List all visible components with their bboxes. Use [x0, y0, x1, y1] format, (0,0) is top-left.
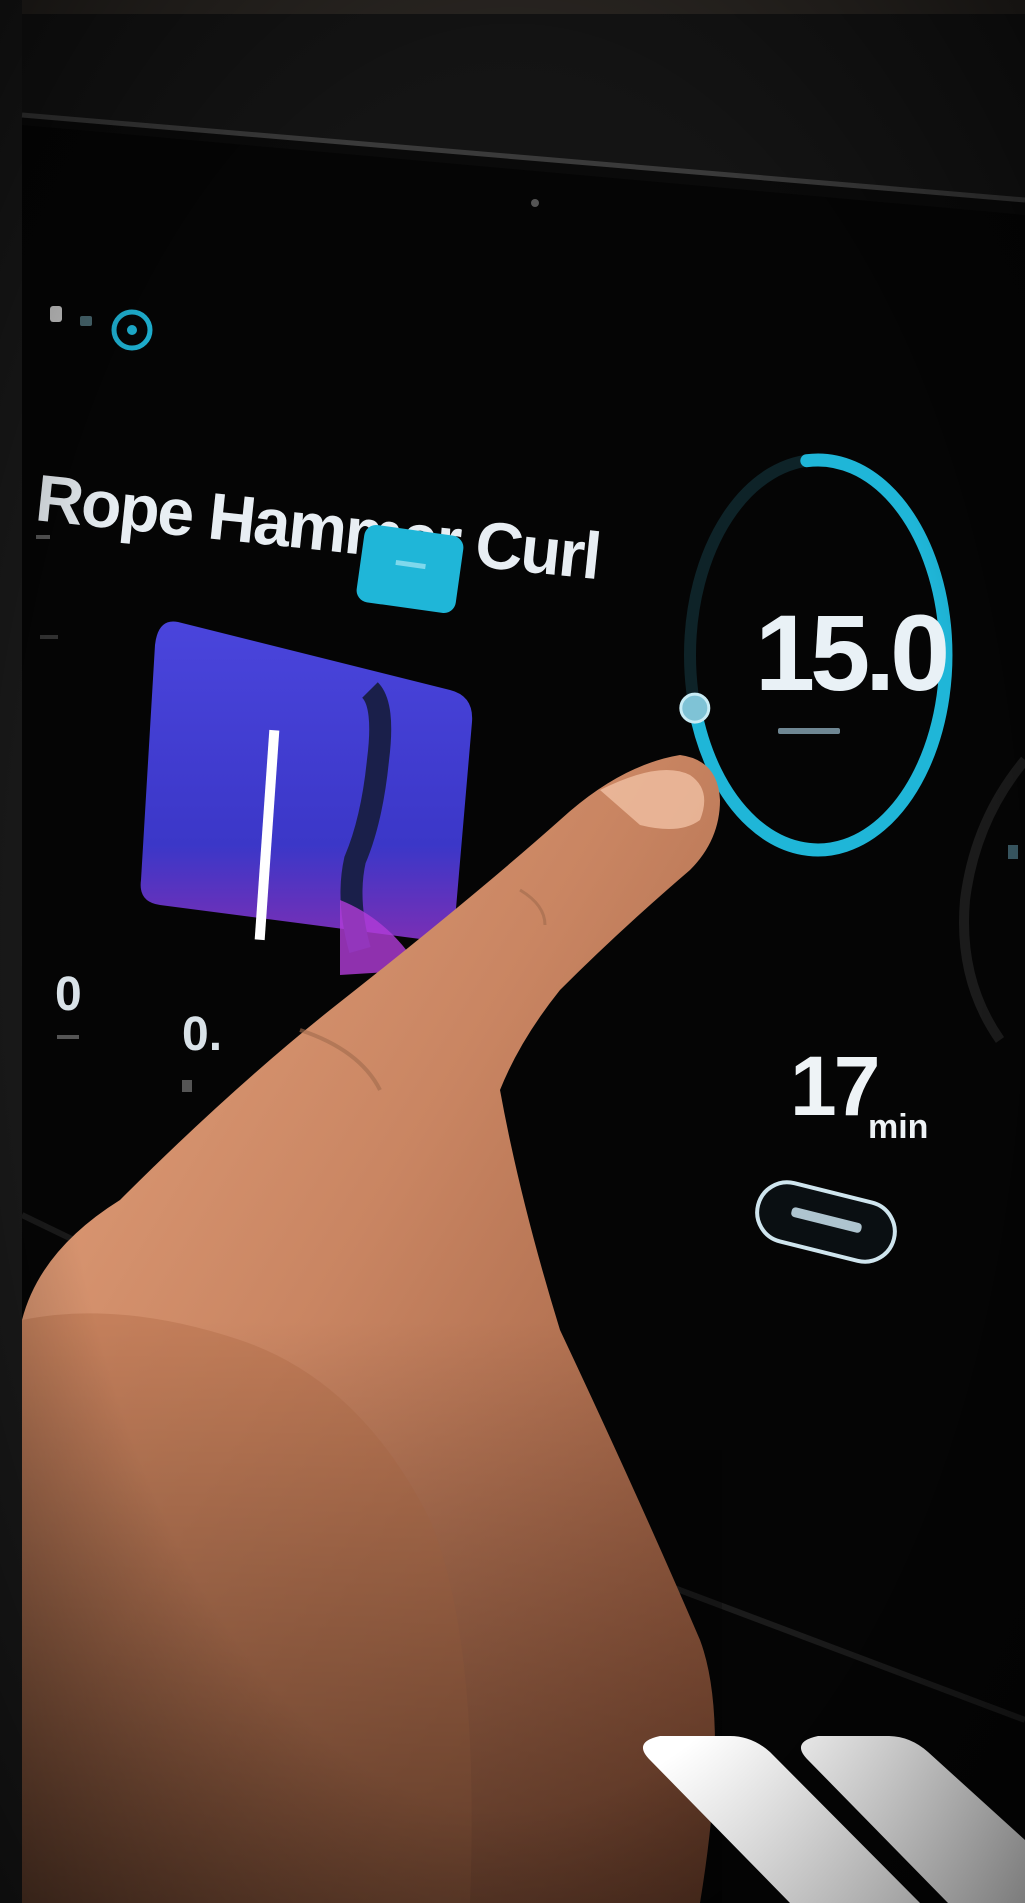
photo-scene: Rope Hammer Curl 0 0. 15.0 17 min: [0, 0, 1025, 1903]
weight-unit-label: [778, 728, 840, 734]
camera-dot: [531, 199, 539, 207]
battery-icon: [50, 306, 62, 322]
stat-value-1: 0: [55, 968, 82, 1021]
duration-unit: min: [868, 1108, 928, 1146]
duration-value: 17: [790, 1039, 878, 1133]
dial-knob[interactable]: [679, 692, 711, 724]
left-edge-strip: [0, 0, 22, 1903]
signal-icon: [80, 316, 92, 326]
stat-value-2: 0.: [182, 1008, 222, 1061]
start-button[interactable]: [355, 523, 465, 614]
weight-value: 15.0: [755, 592, 946, 713]
